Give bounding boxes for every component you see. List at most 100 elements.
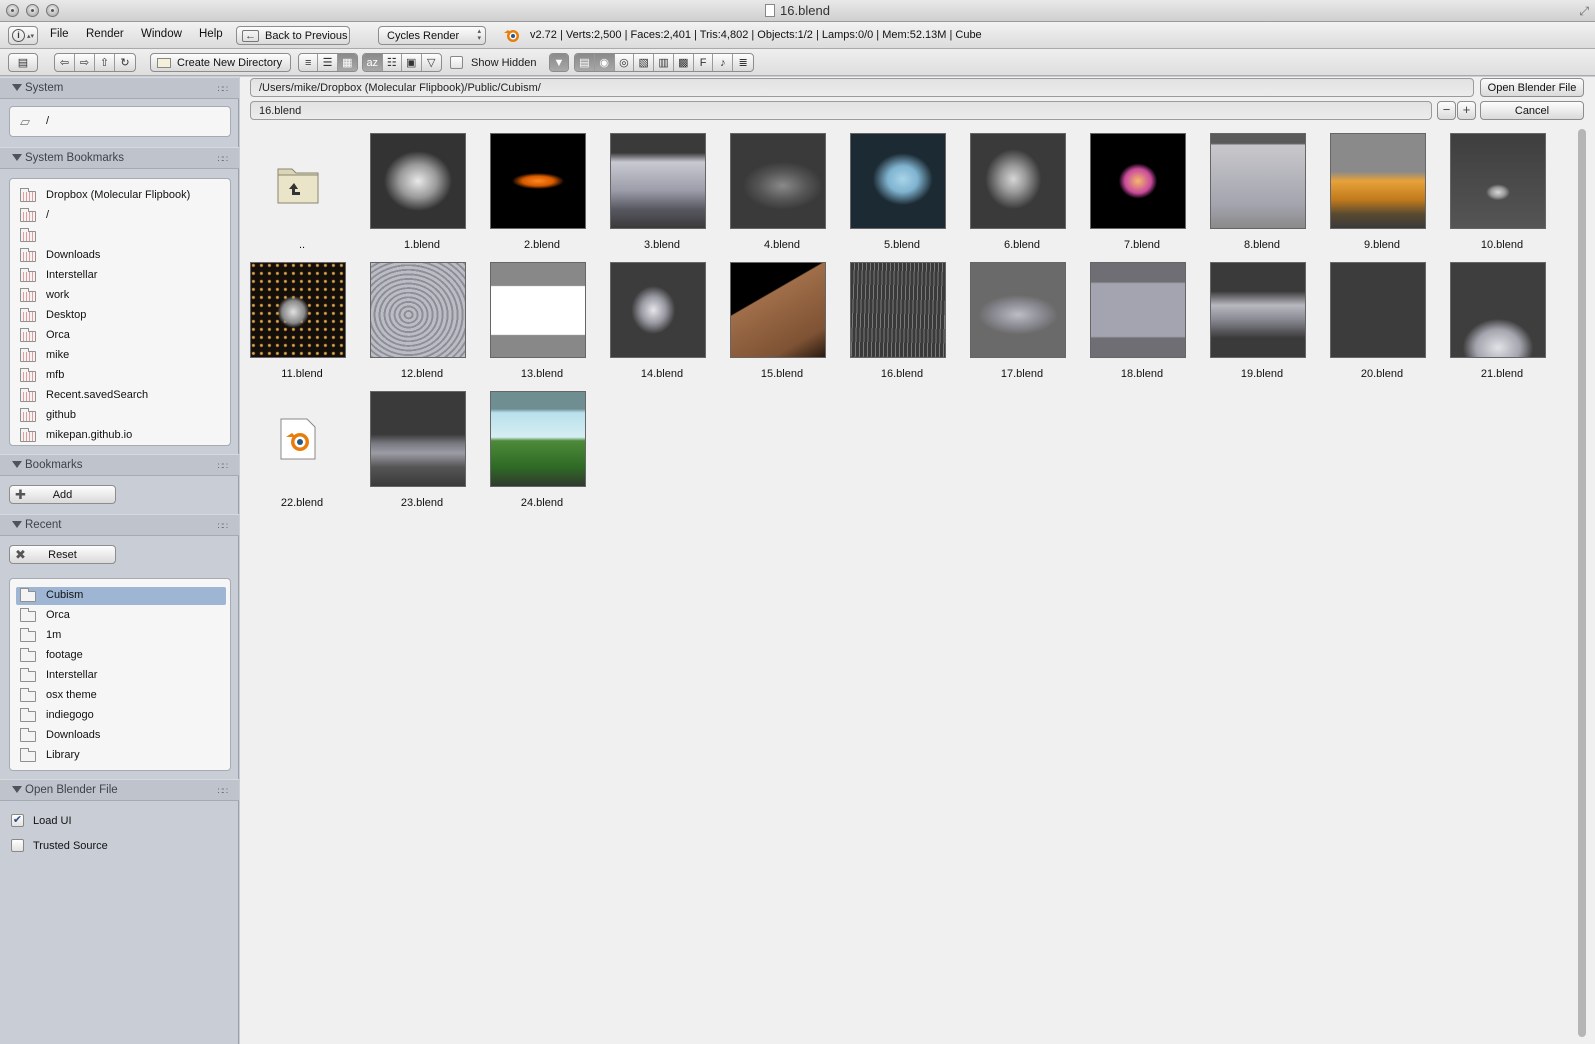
list-item[interactable]: Interstellar	[16, 667, 226, 685]
fullscreen-icon[interactable]: ⤢	[1579, 4, 1589, 19]
sort-time-icon[interactable]: ▣	[402, 54, 422, 71]
file-tile[interactable]: 7.blend	[1082, 133, 1202, 261]
menu-help[interactable]: Help	[199, 28, 223, 40]
add-bookmark-button[interactable]: ✚ Add	[9, 485, 116, 504]
filter-scripts-icon[interactable]: ▩	[674, 54, 694, 71]
panel-header-open-options[interactable]: Open Blender File ∷∷	[0, 779, 239, 801]
list-item[interactable]: Desktop	[16, 307, 226, 325]
file-tile[interactable]: 22.blend	[242, 391, 362, 519]
list-item[interactable]: mikepan.github.io	[16, 427, 226, 445]
panel-header-system[interactable]: System ∷∷	[0, 77, 239, 99]
list-item-selected[interactable]: Cubism	[16, 587, 226, 605]
file-tile[interactable]: 24.blend	[482, 391, 602, 519]
list-item[interactable]: mfb	[16, 367, 226, 385]
sort-size-icon[interactable]: ▽	[422, 54, 441, 71]
file-tile[interactable]: 4.blend	[722, 133, 842, 261]
show-hidden-checkbox[interactable]	[450, 56, 463, 69]
back-to-previous-button[interactable]: ← Back to Previous	[236, 26, 350, 45]
list-item[interactable]: 1m	[16, 627, 226, 645]
filter-sounds-icon[interactable]: ♪	[713, 54, 734, 71]
load-ui-checkbox[interactable]: ✔	[11, 814, 24, 827]
file-tile[interactable]: 1.blend	[362, 133, 482, 261]
file-tile[interactable]: 16.blend	[842, 262, 962, 390]
filter-folders-icon[interactable]: ▤	[575, 54, 595, 71]
cancel-button[interactable]: Cancel	[1480, 101, 1584, 120]
refresh-icon[interactable]: ↻	[115, 54, 135, 71]
reset-recent-button[interactable]: ✖ Reset	[9, 545, 116, 564]
list-item[interactable]: Dropbox (Molecular Flipbook)	[16, 187, 226, 205]
drag-grip-icon[interactable]: ∷∷	[218, 154, 229, 165]
list-item[interactable]: Orca	[16, 327, 226, 345]
file-tile[interactable]: 17.blend	[962, 262, 1082, 390]
file-tile[interactable]: 3.blend	[602, 133, 722, 261]
file-tile[interactable]: 11.blend	[242, 262, 362, 390]
file-tile[interactable]: 23.blend	[362, 391, 482, 519]
filter-images-icon[interactable]: ▧	[634, 54, 655, 71]
file-tile[interactable]: 5.blend	[842, 133, 962, 261]
parent-directory-icon[interactable]: ⇧	[95, 54, 115, 71]
panel-header-recent[interactable]: Recent ∷∷	[0, 514, 239, 536]
increment-filename-button[interactable]: +	[1457, 101, 1476, 120]
long-list-icon[interactable]: ☰	[318, 54, 338, 71]
file-tile[interactable]: 20.blend	[1322, 262, 1442, 390]
decrement-filename-button[interactable]: −	[1437, 101, 1456, 120]
back-arrow-icon[interactable]: ⇦	[55, 54, 75, 71]
create-new-directory-button[interactable]: Create New Directory	[150, 53, 291, 72]
file-tile[interactable]: 18.blend	[1082, 262, 1202, 390]
menu-file[interactable]: File	[50, 28, 69, 40]
list-item[interactable]: github	[16, 407, 226, 425]
short-list-icon[interactable]: ≡	[299, 54, 319, 71]
trusted-source-checkbox[interactable]	[11, 839, 24, 852]
render-engine-select[interactable]: Cycles Render ▴ ▾	[378, 26, 486, 45]
vertical-scrollbar[interactable]	[1578, 129, 1586, 1037]
filter-backup-icon[interactable]: ◎	[615, 54, 635, 71]
sort-alpha-icon[interactable]: az	[363, 54, 383, 71]
file-tile[interactable]: 2.blend	[482, 133, 602, 261]
list-item[interactable]: Orca	[16, 607, 226, 625]
filter-movies-icon[interactable]: ▥	[654, 54, 674, 71]
file-tile[interactable]: 6.blend	[962, 133, 1082, 261]
filter-text-icon[interactable]: ≣	[733, 54, 753, 71]
list-item[interactable]: footage	[16, 647, 226, 665]
file-tile[interactable]: 8.blend	[1202, 133, 1322, 261]
file-tile[interactable]: 15.blend	[722, 262, 842, 390]
filter-blend-icon[interactable]: ◉	[594, 54, 615, 71]
file-tile[interactable]: 12.blend	[362, 262, 482, 390]
drag-grip-icon[interactable]: ∷∷	[218, 84, 229, 95]
editor-type-selector[interactable]: ▤	[8, 53, 38, 72]
open-blender-file-button[interactable]: Open Blender File	[1480, 78, 1584, 97]
drag-grip-icon[interactable]: ∷∷	[218, 521, 229, 532]
list-item[interactable]	[16, 227, 226, 245]
editor-type-selector[interactable]: i ▴▾	[8, 26, 38, 45]
file-tile[interactable]: 13.blend	[482, 262, 602, 390]
sort-extension-icon[interactable]: ☷	[383, 54, 402, 71]
directory-path-field[interactable]: /Users/mike/Dropbox (Molecular Flipbook)…	[250, 78, 1474, 97]
list-item[interactable]: Downloads	[16, 247, 226, 265]
menu-render[interactable]: Render	[86, 28, 124, 40]
list-item[interactable]: work	[16, 287, 226, 305]
menu-window[interactable]: Window	[141, 28, 182, 40]
list-item[interactable]: mike	[16, 347, 226, 365]
thumbnails-icon[interactable]: ▦	[337, 54, 357, 71]
list-item[interactable]: Interstellar	[16, 267, 226, 285]
file-tile[interactable]: 10.blend	[1442, 133, 1562, 261]
list-item[interactable]: osx theme	[16, 687, 226, 705]
file-tile[interactable]: 9.blend	[1322, 133, 1442, 261]
file-tile[interactable]: 14.blend	[602, 262, 722, 390]
drag-grip-icon[interactable]: ∷∷	[218, 786, 229, 797]
parent-directory-tile[interactable]: ..	[242, 133, 362, 261]
file-tile[interactable]: 21.blend	[1442, 262, 1562, 390]
list-item[interactable]: Recent.savedSearch	[16, 387, 226, 405]
list-item[interactable]: Library	[16, 747, 226, 765]
system-item-root[interactable]: ▱ /	[16, 113, 226, 131]
file-tile[interactable]: 19.blend	[1202, 262, 1322, 390]
drag-grip-icon[interactable]: ∷∷	[218, 461, 229, 472]
panel-header-system-bookmarks[interactable]: System Bookmarks ∷∷	[0, 147, 239, 169]
panel-header-bookmarks[interactable]: Bookmarks ∷∷	[0, 454, 239, 476]
filename-field[interactable]: 16.blend	[250, 101, 1432, 120]
list-item[interactable]: indiegogo	[16, 707, 226, 725]
list-item[interactable]: Downloads	[16, 727, 226, 745]
forward-arrow-icon[interactable]: ⇨	[75, 54, 95, 71]
filter-toggle[interactable]: ▼	[549, 53, 569, 72]
list-item[interactable]: /	[16, 207, 226, 225]
